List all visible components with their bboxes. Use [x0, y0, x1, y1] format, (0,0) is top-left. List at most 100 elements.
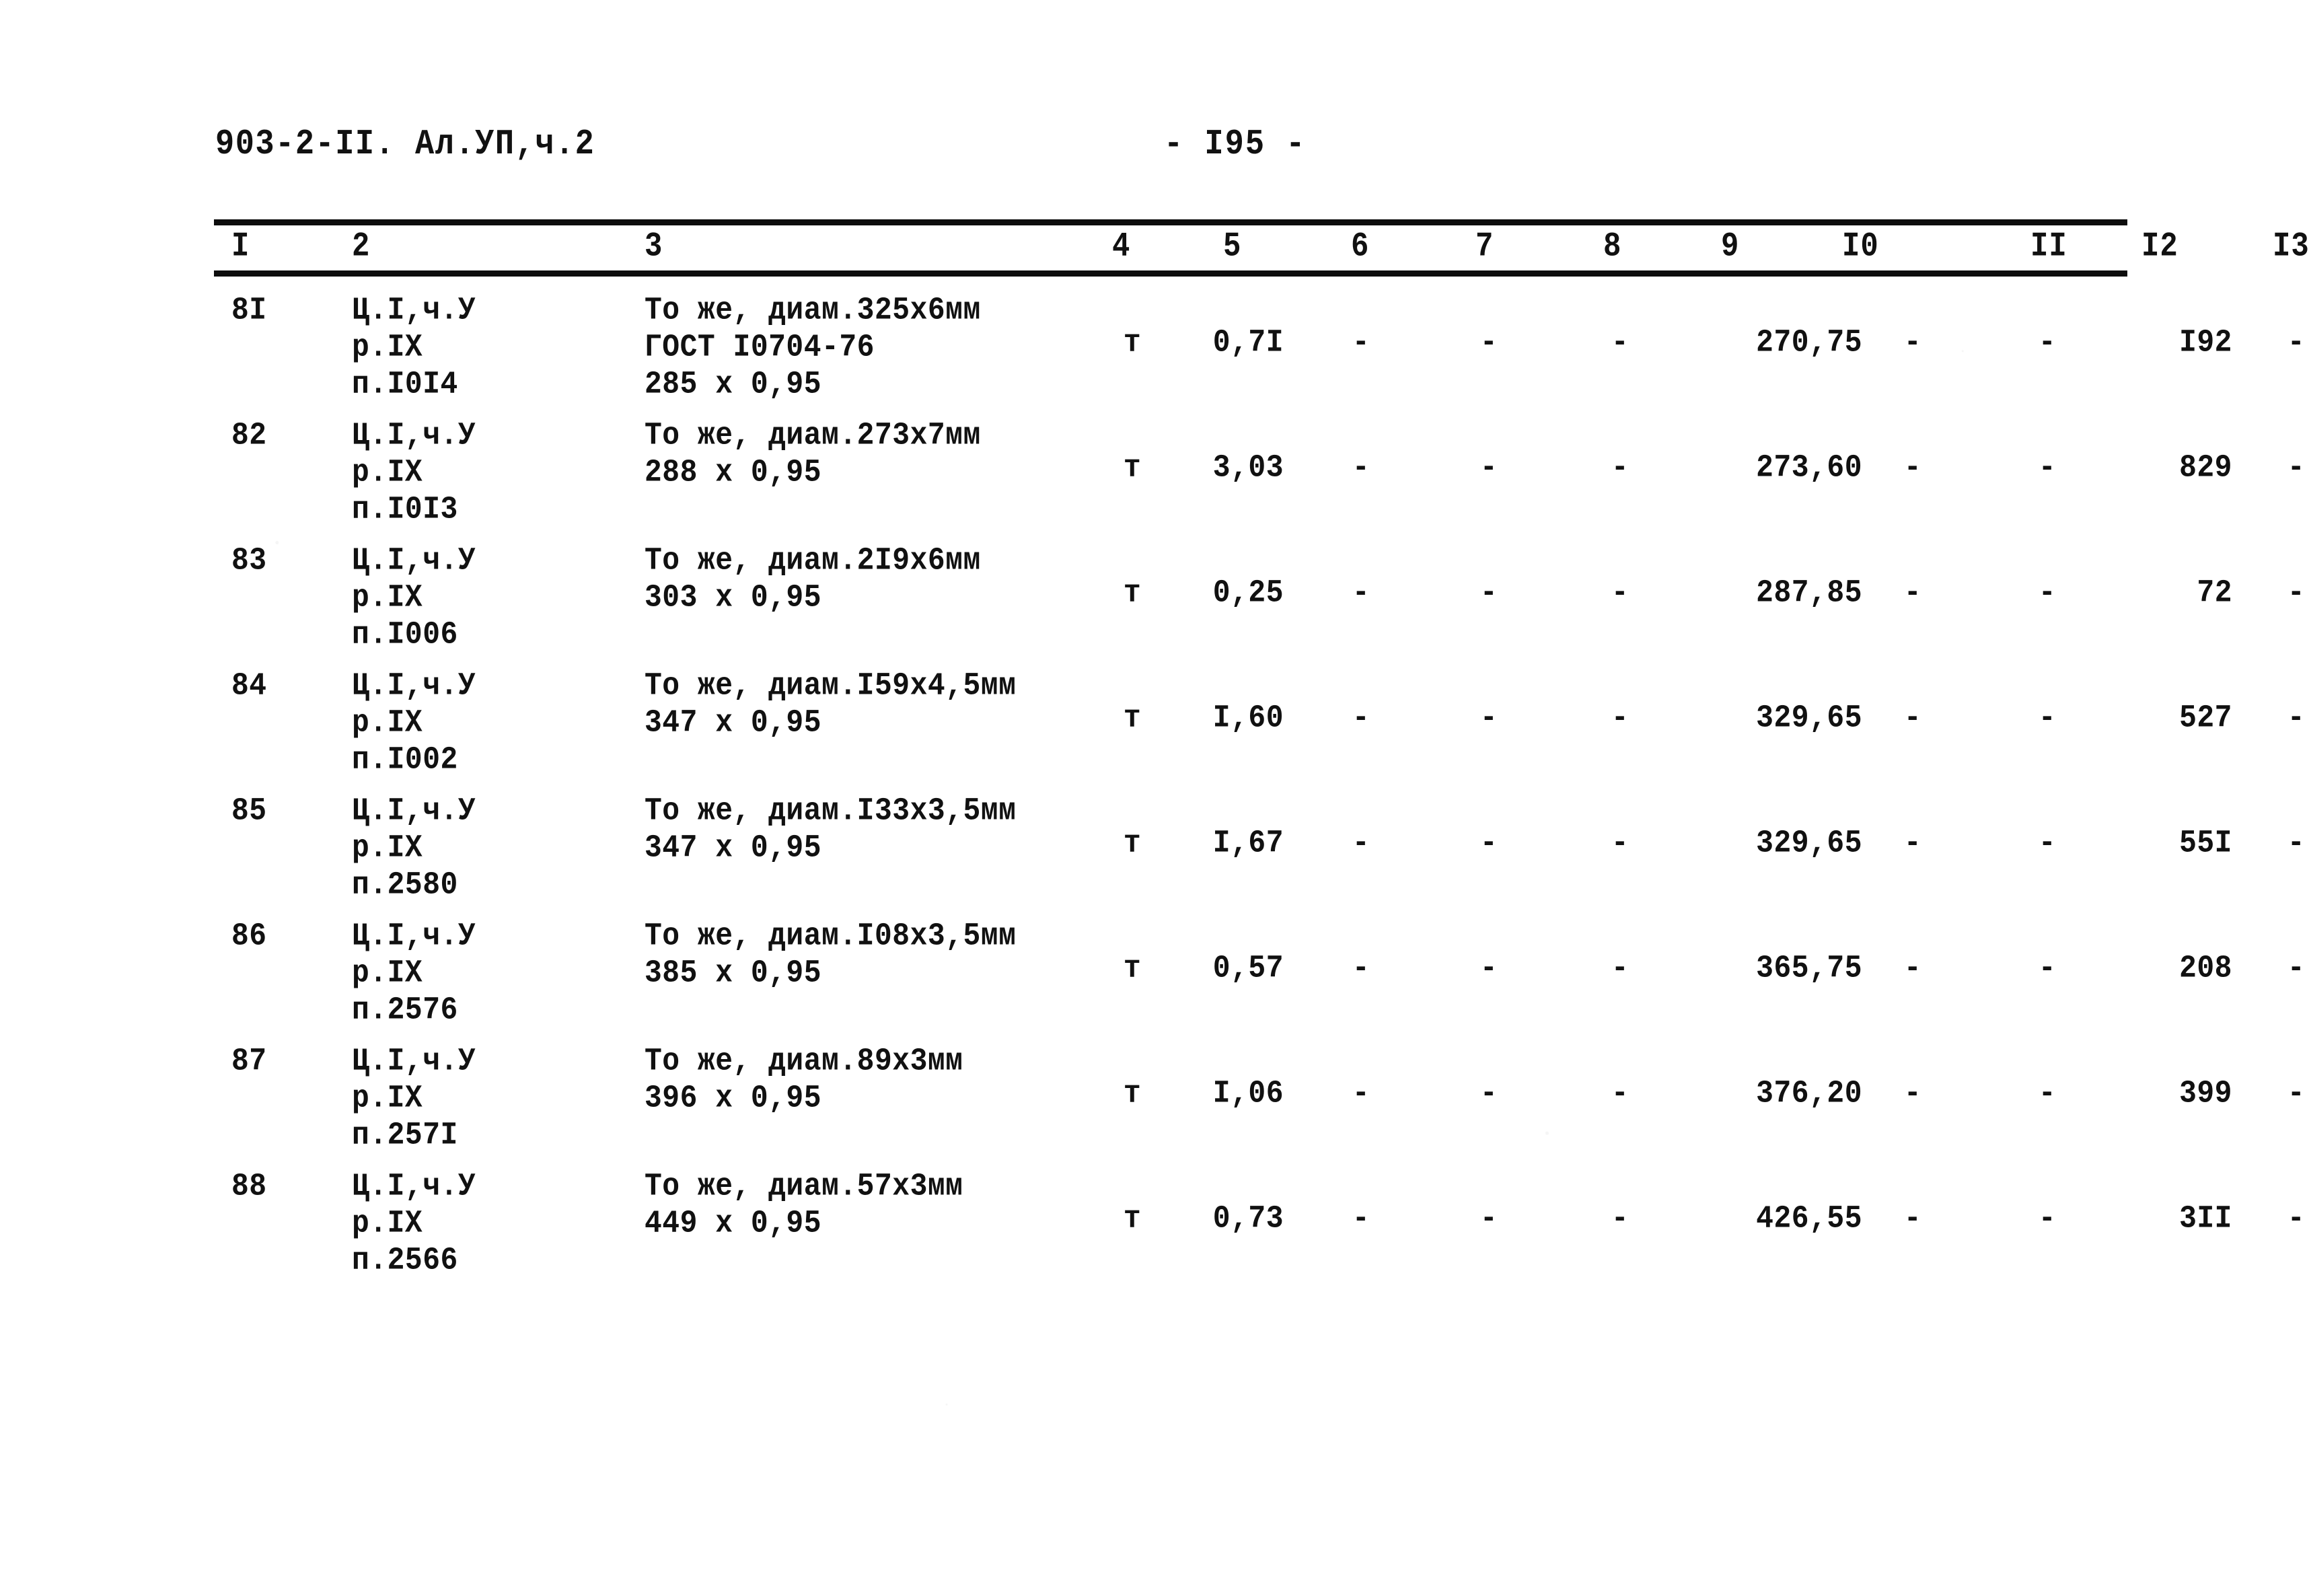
item-number: 88: [231, 1168, 267, 1204]
col10-value: -: [1903, 324, 1922, 361]
col11-value: -: [2038, 1075, 2057, 1112]
col12-value: 3II: [2179, 1200, 2232, 1237]
description: То же, диам.I33х3,5мм 347 х 0,95: [645, 793, 1017, 866]
column-number-6: 6: [1351, 227, 1370, 266]
item-number: 86: [231, 918, 267, 954]
col11-value: -: [2038, 575, 2057, 611]
col8-value: -: [1611, 324, 1629, 361]
unit: т: [1123, 700, 1142, 736]
col12-value: 55I: [2179, 825, 2232, 861]
unit: т: [1123, 449, 1142, 486]
quantity: I,67: [1212, 825, 1284, 861]
col13-value: -: [2287, 950, 2306, 986]
description: То же, диам.57х3мм 449 х 0,95: [645, 1168, 963, 1241]
reference-code: Ц.I,ч.У р.IX п.257I: [352, 1043, 476, 1153]
document-page: 903-2-II. Ал.УП,ч.2 - I95 - I 2 3 4 5 6 7 8 9 I0 I…: [0, 0, 2309, 1596]
col9-value: 329,65: [1756, 700, 1862, 736]
col8-value: -: [1611, 1200, 1629, 1237]
col6-value: -: [1352, 950, 1370, 986]
column-number-3: 3: [645, 227, 663, 266]
col9-value: 329,65: [1756, 825, 1862, 861]
reference-code: Ц.I,ч.У р.IX п.I002: [352, 667, 476, 778]
column-number-1: I: [231, 227, 250, 266]
table-row: 87 Ц.I,ч.У р.IX п.257I То же, диам.89х3мм …: [214, 1040, 2305, 1165]
description: То же, диам.273х7мм 288 х 0,95: [645, 417, 981, 491]
col7-value: -: [1479, 1200, 1498, 1237]
description: То же, диам.2I9х6мм 303 х 0,95: [645, 542, 981, 616]
table-header-bottom-rule: [214, 270, 2127, 277]
unit: т: [1123, 825, 1142, 861]
column-number-12: I2: [2141, 227, 2178, 266]
col11-value: -: [2038, 324, 2057, 361]
item-number: 87: [231, 1043, 267, 1079]
col12-value: 72: [2197, 575, 2232, 611]
col10-value: -: [1903, 449, 1922, 486]
column-number-4: 4: [1112, 227, 1131, 266]
quantity: 0,73: [1212, 1200, 1284, 1237]
description: То же, диам.I08х3,5мм 385 х 0,95: [645, 918, 1017, 991]
col10-value: -: [1903, 825, 1922, 861]
col12-value: 829: [2179, 449, 2232, 486]
col12-value: 527: [2179, 700, 2232, 736]
col7-value: -: [1479, 449, 1498, 486]
col9-value: 273,60: [1756, 449, 1862, 486]
col11-value: -: [2038, 950, 2057, 986]
column-number-13: I3: [2273, 227, 2309, 266]
col9-value: 270,75: [1756, 324, 1862, 361]
col9-value: 426,55: [1756, 1200, 1862, 1237]
col7-value: -: [1479, 950, 1498, 986]
reference-code: Ц.I,ч.У р.IX п.I0I4: [352, 292, 476, 402]
unit: т: [1123, 1075, 1142, 1112]
quantity: 3,03: [1212, 449, 1284, 486]
col13-value: -: [2287, 449, 2306, 486]
table-top-rule: [214, 219, 2127, 225]
table-row: 82 Ц.I,ч.У р.IX п.I0I3 То же, диам.273х7мм…: [214, 414, 2305, 540]
col12-value: I92: [2179, 324, 2232, 361]
table-row: 86 Ц.I,ч.У р.IX п.2576 То же, диам.I08х3,5…: [214, 915, 2305, 1040]
table-row: 85 Ц.I,ч.У р.IX п.2580 То же, диам.I33х3,5…: [214, 790, 2305, 915]
col6-value: -: [1352, 324, 1370, 361]
quantity: I,06: [1212, 1075, 1284, 1112]
col13-value: -: [2287, 1075, 2306, 1112]
col8-value: -: [1611, 950, 1629, 986]
col9-value: 376,20: [1756, 1075, 1862, 1112]
reference-code: Ц.I,ч.У р.IX п.I006: [352, 542, 476, 653]
col10-value: -: [1903, 575, 1922, 611]
column-number-5: 5: [1223, 227, 1242, 266]
col8-value: -: [1611, 700, 1629, 736]
col6-value: -: [1352, 449, 1370, 486]
table-column-number-band: I 2 3 4 5 6 7 8 9 I0 II I2 I3: [214, 226, 2309, 270]
item-number: 85: [231, 793, 267, 829]
col8-value: -: [1611, 449, 1629, 486]
quantity: 0,7I: [1212, 324, 1284, 361]
col11-value: -: [2038, 1200, 2057, 1237]
col13-value: -: [2287, 1200, 2306, 1237]
col6-value: -: [1352, 825, 1370, 861]
table-row: 84 Ц.I,ч.У р.IX п.I002 То же, диам.I59х4,5…: [214, 665, 2305, 790]
document-header: 903-2-II. Ал.УП,ч.2 - I95 -: [215, 125, 2119, 176]
column-number-9: 9: [1721, 227, 1740, 266]
reference-code: Ц.I,ч.У р.IX п.2566: [352, 1168, 476, 1278]
col9-value: 365,75: [1756, 950, 1862, 986]
col11-value: -: [2038, 449, 2057, 486]
quantity: I,60: [1212, 700, 1284, 736]
item-number: 8I: [231, 292, 267, 328]
col13-value: -: [2287, 700, 2306, 736]
col6-value: -: [1352, 575, 1370, 611]
table-row: 83 Ц.I,ч.У р.IX п.I006 То же, диам.2I9х6мм…: [214, 540, 2305, 665]
col13-value: -: [2287, 825, 2306, 861]
unit: т: [1123, 575, 1142, 611]
col11-value: -: [2038, 700, 2057, 736]
column-number-8: 8: [1603, 227, 1622, 266]
description: То же, диам.325х6мм ГОСТ I0704-76 285 х …: [645, 292, 981, 402]
reference-code: Ц.I,ч.У р.IX п.2580: [352, 793, 476, 903]
unit: т: [1123, 324, 1142, 361]
reference-code: Ц.I,ч.У р.IX п.I0I3: [352, 417, 476, 528]
col8-value: -: [1611, 825, 1629, 861]
reference-code: Ц.I,ч.У р.IX п.2576: [352, 918, 476, 1028]
item-number: 83: [231, 542, 267, 579]
col6-value: -: [1352, 1075, 1370, 1112]
col7-value: -: [1479, 700, 1498, 736]
col8-value: -: [1611, 575, 1629, 611]
col12-value: 208: [2179, 950, 2232, 986]
